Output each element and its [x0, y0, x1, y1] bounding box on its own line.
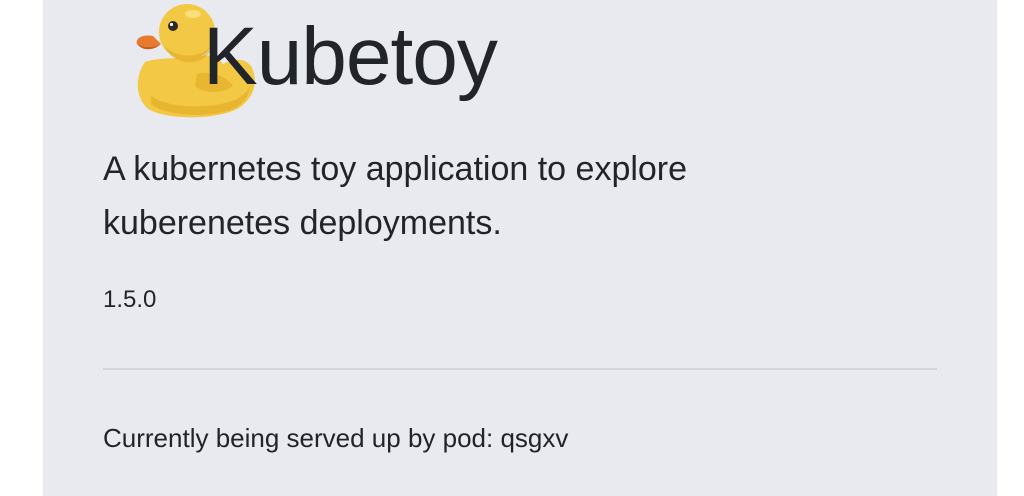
brand-header: Kubetoy [129, 0, 569, 118]
divider [103, 368, 937, 370]
page: Kubetoy A kubernetes toy application to … [0, 0, 1024, 496]
hero-panel: Kubetoy A kubernetes toy application to … [43, 0, 997, 496]
app-version: 1.5.0 [103, 286, 157, 313]
served-by-pod-text: Currently being served up by pod: qsgxv [103, 423, 569, 453]
app-description: A kubernetes toy application to explore … [103, 150, 688, 242]
app-title: Kubetoy [203, 11, 498, 102]
